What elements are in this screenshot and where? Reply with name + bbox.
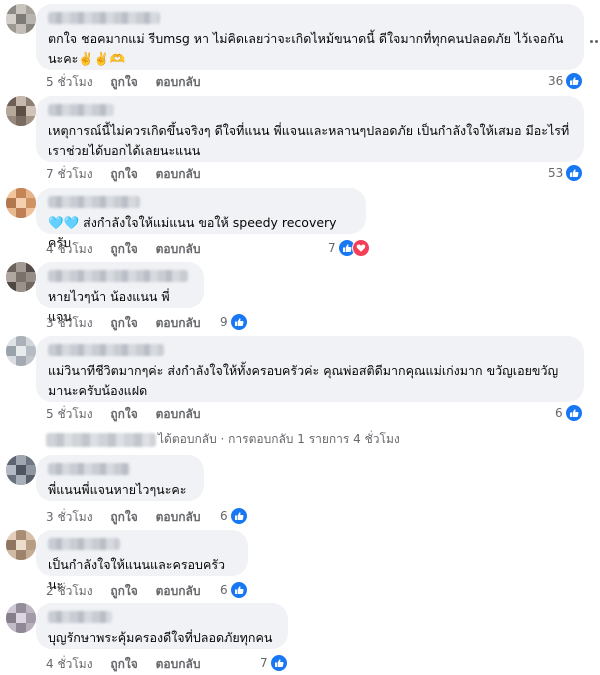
view-replies-link[interactable]: ได้ตอบกลับ · การตอบกลับ 1 รายการ 4 ชั่วโ… [46,430,400,449]
comment-time[interactable]: 2 ชั่วโมง [46,582,93,601]
like-button[interactable]: ถูกใจ [110,314,137,333]
comment-actions: 2 ชั่วโมง ถูกใจ ตอบกลับ [46,582,214,601]
comment-text: พี่แนนพี่แจนหายไวๆนะคะ [48,482,187,497]
like-button[interactable]: ถูกใจ [110,165,137,184]
comment-bubble: พี่แนนพี่แจนหายไวๆนะคะ [36,455,204,501]
reply-button[interactable]: ตอบกลับ [156,508,201,527]
reply-button[interactable]: ตอบกลับ [156,405,201,424]
reaction-count: 7 [328,241,336,255]
comment-time[interactable]: 3 ชั่วโมง [46,508,93,527]
reply-button[interactable]: ตอบกลับ [156,240,201,259]
reaction-count: 7 [260,656,268,670]
like-button[interactable]: ถูกใจ [110,405,137,424]
like-button[interactable]: ถูกใจ [110,655,137,674]
like-icon [565,72,584,90]
reaction-count: 6 [220,509,228,523]
like-icon [229,313,248,331]
reply-button[interactable]: ตอบกลับ [156,655,201,674]
commenter-name[interactable] [48,104,114,116]
replies-summary: ได้ตอบกลับ · การตอบกลับ 1 รายการ 4 ชั่วโ… [158,432,400,446]
comment-bubble: 🩵🩵 ส่งกำลังใจให้แม่แนน ขอให้ speedy reco… [36,188,366,250]
comment-bubble: หายไวๆน้า น้องแนน พี่แจน [36,262,204,324]
avatar[interactable] [6,4,36,34]
comment-bubble: เหตุการณ์นี้ไม่ควรเกิดขึ้นจริงๆ ดีใจที่แ… [36,96,584,162]
reaction-count: 9 [220,315,228,329]
reaction-summary[interactable]: 6 [220,581,248,599]
like-icon [565,164,584,182]
comment-time[interactable]: 3 ชั่วโมง [46,314,93,333]
reply-button[interactable]: ตอบกลับ [156,582,201,601]
commenter-name[interactable] [48,344,164,356]
comment-time[interactable]: 7 ชั่วโมง [46,165,93,184]
reaction-count: 36 [548,74,564,88]
like-button[interactable]: ถูกใจ [110,508,137,527]
replier-name [46,432,156,447]
comment-bubble: แม่วินาทีชีวิตมากๆค่ะ ส่งกำลังใจให้ทั้งค… [36,336,584,402]
comment-text: เหตุการณ์นี้ไม่ควรเกิดขึ้นจริงๆ ดีใจที่แ… [48,123,570,158]
commenter-name[interactable] [48,463,130,475]
avatar[interactable] [6,603,36,633]
avatar[interactable] [6,188,36,218]
comment-actions: 3 ชั่วโมง ถูกใจ ตอบกลับ [46,508,214,527]
comment-time[interactable]: 5 ชั่วโมง [46,405,93,424]
like-icon [229,507,248,525]
commenter-name[interactable] [48,538,120,550]
reaction-summary[interactable]: 9 [220,313,248,331]
comment-text: แม่วินาทีชีวิตมากๆค่ะ ส่งกำลังใจให้ทั้งค… [48,363,559,398]
reaction-summary[interactable]: 53 [548,164,584,182]
like-icon [564,404,583,422]
reaction-summary[interactable]: 36 [548,72,584,90]
comment-time[interactable]: 4 ชั่วโมง [46,655,93,674]
more-options-icon[interactable] [590,40,600,44]
avatar[interactable] [6,96,36,126]
comment-actions: 4 ชั่วโมง ถูกใจ ตอบกลับ [46,240,214,259]
comment-actions: 7 ชั่วโมง ถูกใจ ตอบกลับ [46,165,214,184]
reaction-summary[interactable]: 7 [328,239,370,257]
comment-actions: 4 ชั่วโมง ถูกใจ ตอบกลับ [46,655,214,674]
comment-bubble: บุญรักษาพระคุ้มครองดีใจที่ปลอดภัยทุกคน [36,603,288,649]
comment-actions: 3 ชั่วโมง ถูกใจ ตอบกลับ [46,314,214,333]
comment-time[interactable]: 4 ชั่วโมง [46,240,93,259]
reply-button[interactable]: ตอบกลับ [156,73,201,92]
reaction-summary[interactable]: 7 [260,654,288,672]
like-icon [269,654,288,672]
avatar[interactable] [6,336,36,366]
reaction-summary[interactable]: 6 [220,507,248,525]
comment-actions: 5 ชั่วโมง ถูกใจ ตอบกลับ [46,405,214,424]
commenter-name[interactable] [48,196,140,208]
reaction-count: 6 [220,583,228,597]
comment-bubble: เป็นกำลังใจให้แนนและครอบครัวนะ [36,530,248,592]
reaction-count: 53 [548,166,564,180]
reaction-count: 6 [555,406,563,420]
commenter-name[interactable] [48,12,160,24]
avatar[interactable] [6,530,36,560]
avatar[interactable] [6,262,36,292]
comment-text: ตกใจ ชอคมากแม่ รีบmsg หา ไม่คิดเลยว่าจะเ… [48,31,564,66]
like-button[interactable]: ถูกใจ [110,240,137,259]
avatar[interactable] [6,455,36,485]
love-icon [351,239,370,257]
like-icon [229,581,248,599]
comment-time[interactable]: 5 ชั่วโมง [46,73,93,92]
commenter-name[interactable] [48,270,188,282]
commenter-name[interactable] [48,611,112,623]
comment-bubble: ตกใจ ชอคมากแม่ รีบmsg หา ไม่คิดเลยว่าจะเ… [36,4,584,70]
like-button[interactable]: ถูกใจ [110,73,137,92]
reply-button[interactable]: ตอบกลับ [156,314,201,333]
comment-text: บุญรักษาพระคุ้มครองดีใจที่ปลอดภัยทุกคน [48,630,273,645]
comment-actions: 5 ชั่วโมง ถูกใจ ตอบกลับ [46,73,214,92]
reply-button[interactable]: ตอบกลับ [156,165,201,184]
reaction-summary[interactable]: 6 [555,404,583,422]
like-button[interactable]: ถูกใจ [110,582,137,601]
